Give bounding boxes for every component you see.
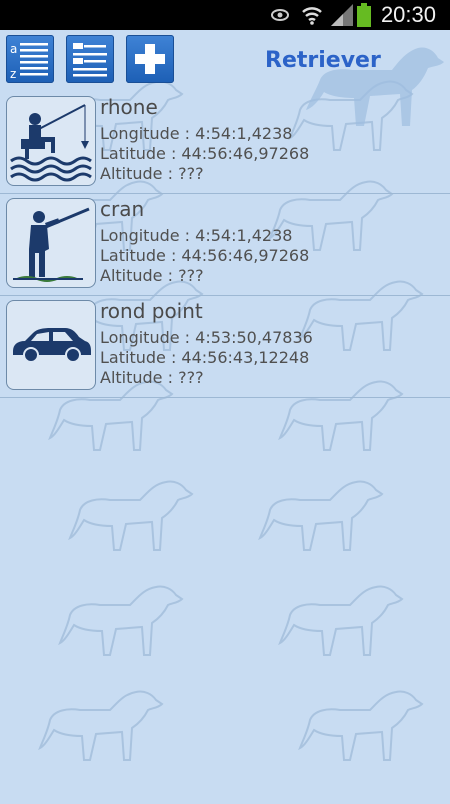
status-bar: 20:30	[0, 0, 450, 30]
plus-icon	[135, 44, 165, 74]
item-name: cran	[100, 197, 145, 221]
item-longitude: Longitude : 4:53:50,47836	[100, 328, 313, 347]
hunting-icon	[6, 198, 96, 288]
sort-alphabetical-icon: a z	[10, 42, 48, 81]
list-icon	[73, 43, 107, 77]
sort-alpha-button[interactable]: a z	[6, 35, 54, 83]
list-item[interactable]: rond point Longitude : 4:53:50,47836 Lat…	[0, 296, 450, 398]
item-longitude: Longitude : 4:54:1,4238	[100, 226, 293, 245]
app-title: Retriever	[265, 48, 381, 73]
clock: 20:30	[380, 2, 436, 27]
item-latitude: Latitude : 44:56:46,97268	[100, 144, 310, 163]
add-button[interactable]	[126, 35, 174, 83]
list-item[interactable]: cran Longitude : 4:54:1,4238 Latitude : …	[0, 194, 450, 296]
svg-text:a: a	[10, 42, 17, 56]
signal-icon	[331, 4, 353, 30]
fishing-icon	[6, 96, 96, 186]
action-bar: a z	[0, 30, 450, 126]
item-name: rond point	[100, 299, 203, 323]
car-icon	[6, 300, 96, 390]
item-altitude: Altitude : ???	[100, 266, 204, 285]
eye-icon	[270, 4, 290, 28]
location-list: rhone Longitude : 4:54:1,4238 Latitude :…	[0, 92, 450, 398]
sort-list-button[interactable]	[66, 35, 114, 83]
svg-text:z: z	[10, 67, 16, 81]
battery-icon	[357, 3, 371, 31]
item-altitude: Altitude : ???	[100, 368, 204, 387]
list-item[interactable]: rhone Longitude : 4:54:1,4238 Latitude :…	[0, 92, 450, 194]
item-altitude: Altitude : ???	[100, 164, 204, 183]
item-longitude: Longitude : 4:54:1,4238	[100, 124, 293, 143]
item-latitude: Latitude : 44:56:46,97268	[100, 246, 310, 265]
wifi-icon	[301, 4, 323, 30]
item-latitude: Latitude : 44:56:43,12248	[100, 348, 310, 367]
item-name: rhone	[100, 95, 158, 119]
